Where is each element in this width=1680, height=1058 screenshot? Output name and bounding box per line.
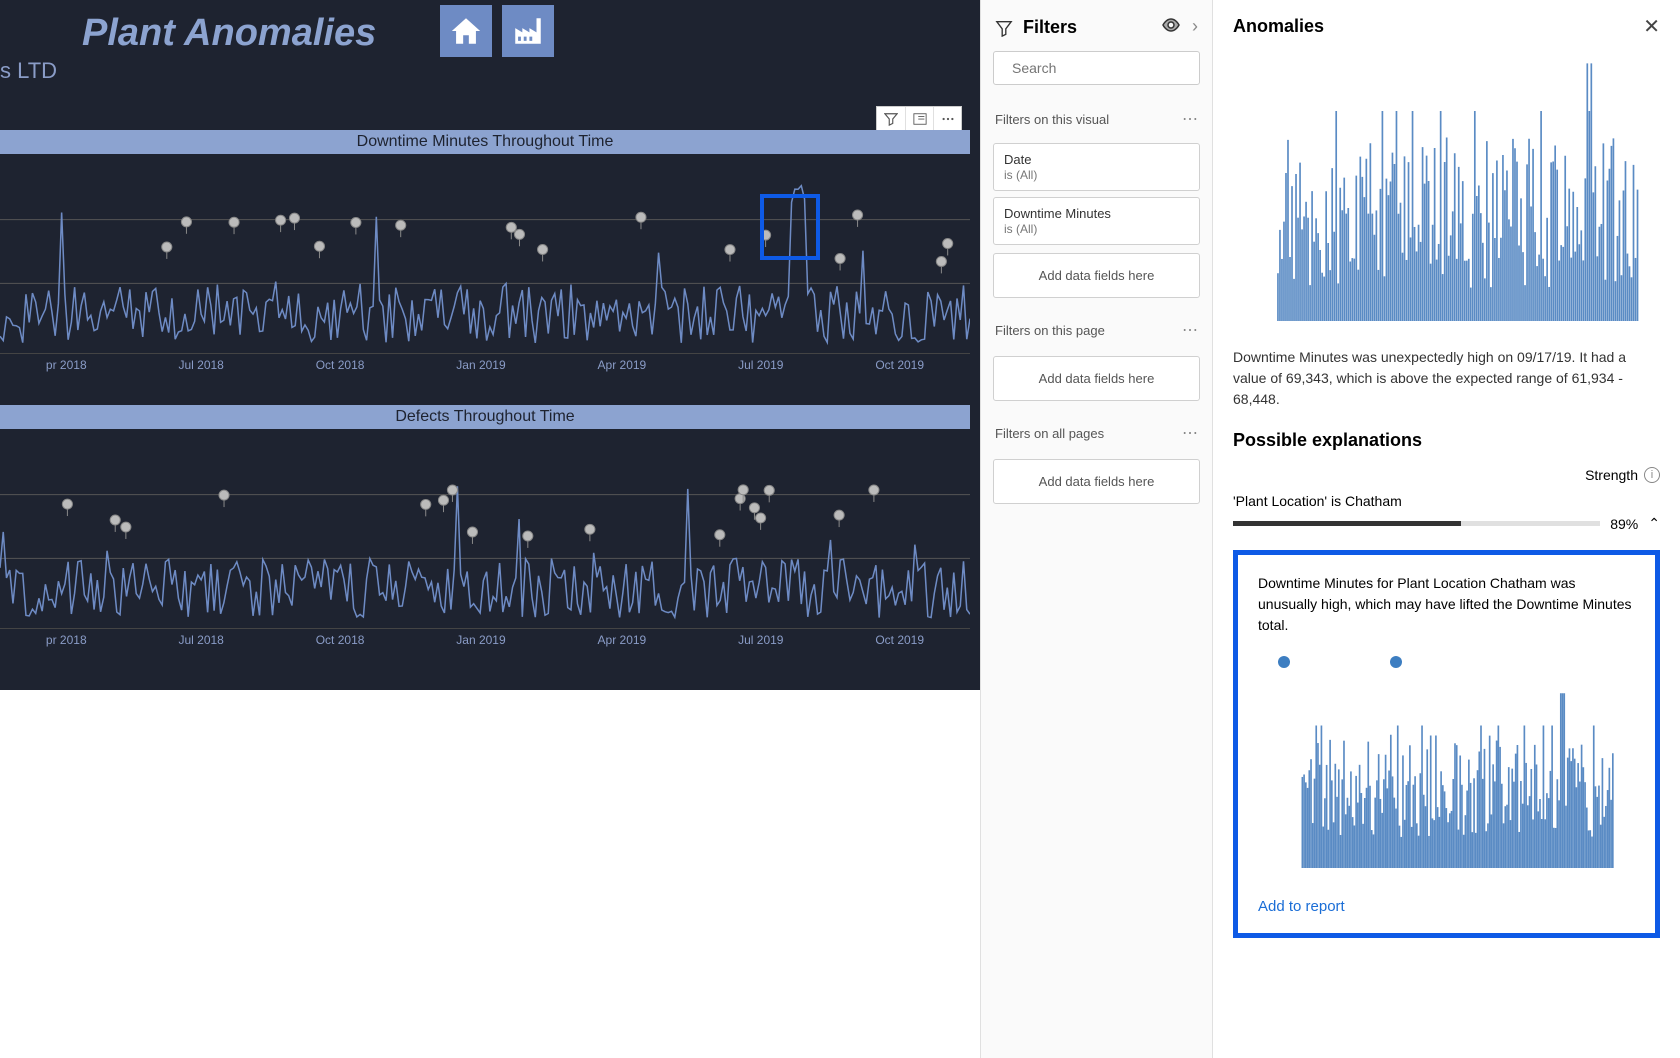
chevron-right-icon[interactable]: › [1192,16,1198,39]
defects-chart[interactable]: Defects Throughout Time pr 2018 Jul 2018… [0,405,970,654]
explanation-card: Downtime Minutes for Plant Location Chat… [1233,550,1660,938]
report-title: Plant Anomalies [82,12,376,55]
section-more-button[interactable]: ⋯ [1182,423,1198,443]
visual-header-toolbar [876,106,962,132]
filter-search-input[interactable] [1012,60,1193,76]
focus-icon [913,112,927,126]
chart-x-axis: pr 2018 Jul 2018 Oct 2018 Jan 2019 Apr 2… [0,629,970,654]
funnel-icon [995,19,1013,37]
anomalies-header: Anomalies [1233,16,1324,37]
legend-dot [1390,656,1402,668]
home-icon [449,14,483,48]
chart-title: Defects Throughout Time [0,405,970,429]
section-more-button[interactable]: ⋯ [1182,109,1198,129]
anomalies-pane: Anomalies ✕ Downtime Minutes was unexpec… [1212,0,1680,1058]
strength-bar [1233,521,1600,526]
anomaly-description: Downtime Minutes was unexpectedly high o… [1233,347,1660,410]
filters-pane: Filters › Filters on this visual ⋯ Date … [980,0,1212,1058]
visual-more-button[interactable] [933,107,961,131]
factory-button[interactable] [502,5,554,57]
add-to-report-link[interactable]: Add to report [1258,898,1635,915]
factory-icon [511,14,545,48]
filter-search[interactable] [993,51,1200,85]
visual-filter-button[interactable] [877,107,905,131]
filter-card-date[interactable]: Date is (All) [993,143,1200,191]
more-icon [941,112,955,126]
info-icon[interactable]: i [1644,467,1660,483]
filters-visual-header: Filters on this visual [995,112,1109,127]
report-canvas: Plant Anomalies s LTD Downtime Minutes T… [0,0,980,690]
filter-add-page[interactable]: Add data fields here [993,356,1200,401]
filters-all-header: Filters on all pages [995,426,1104,441]
funnel-icon [884,112,898,126]
chevron-up-icon[interactable]: ⌃ [1648,515,1660,532]
explanation-chart[interactable] [1258,688,1635,878]
explanation-text: Downtime Minutes for Plant Location Chat… [1258,573,1635,636]
close-button[interactable]: ✕ [1643,14,1660,39]
explanation-label: 'Plant Location' is Chatham [1233,493,1660,509]
filters-header: Filters [1023,17,1152,38]
chart-x-axis: pr 2018 Jul 2018 Oct 2018 Jan 2019 Apr 2… [0,354,970,379]
filter-add-visual[interactable]: Add data fields here [993,253,1200,298]
eye-icon[interactable] [1162,16,1180,39]
home-button[interactable] [440,5,492,57]
chart-title: Downtime Minutes Throughout Time [0,130,970,154]
visual-focus-button[interactable] [905,107,933,131]
filters-page-header: Filters on this page [995,323,1105,338]
downtime-chart-svg [0,154,970,353]
downtime-chart[interactable]: Downtime Minutes Throughout Time pr 2018… [0,130,970,379]
section-more-button[interactable]: ⋯ [1182,320,1198,340]
filter-card-downtime[interactable]: Downtime Minutes is (All) [993,197,1200,245]
strength-percent: 89% [1610,516,1638,532]
filter-add-all[interactable]: Add data fields here [993,459,1200,504]
report-subtitle: s LTD [0,58,57,84]
defects-chart-svg [0,429,970,628]
legend-dot [1278,656,1290,668]
anomalies-mini-chart[interactable] [1233,51,1660,331]
strength-label: Strength [1585,467,1638,483]
possible-explanations-header: Possible explanations [1233,430,1660,451]
